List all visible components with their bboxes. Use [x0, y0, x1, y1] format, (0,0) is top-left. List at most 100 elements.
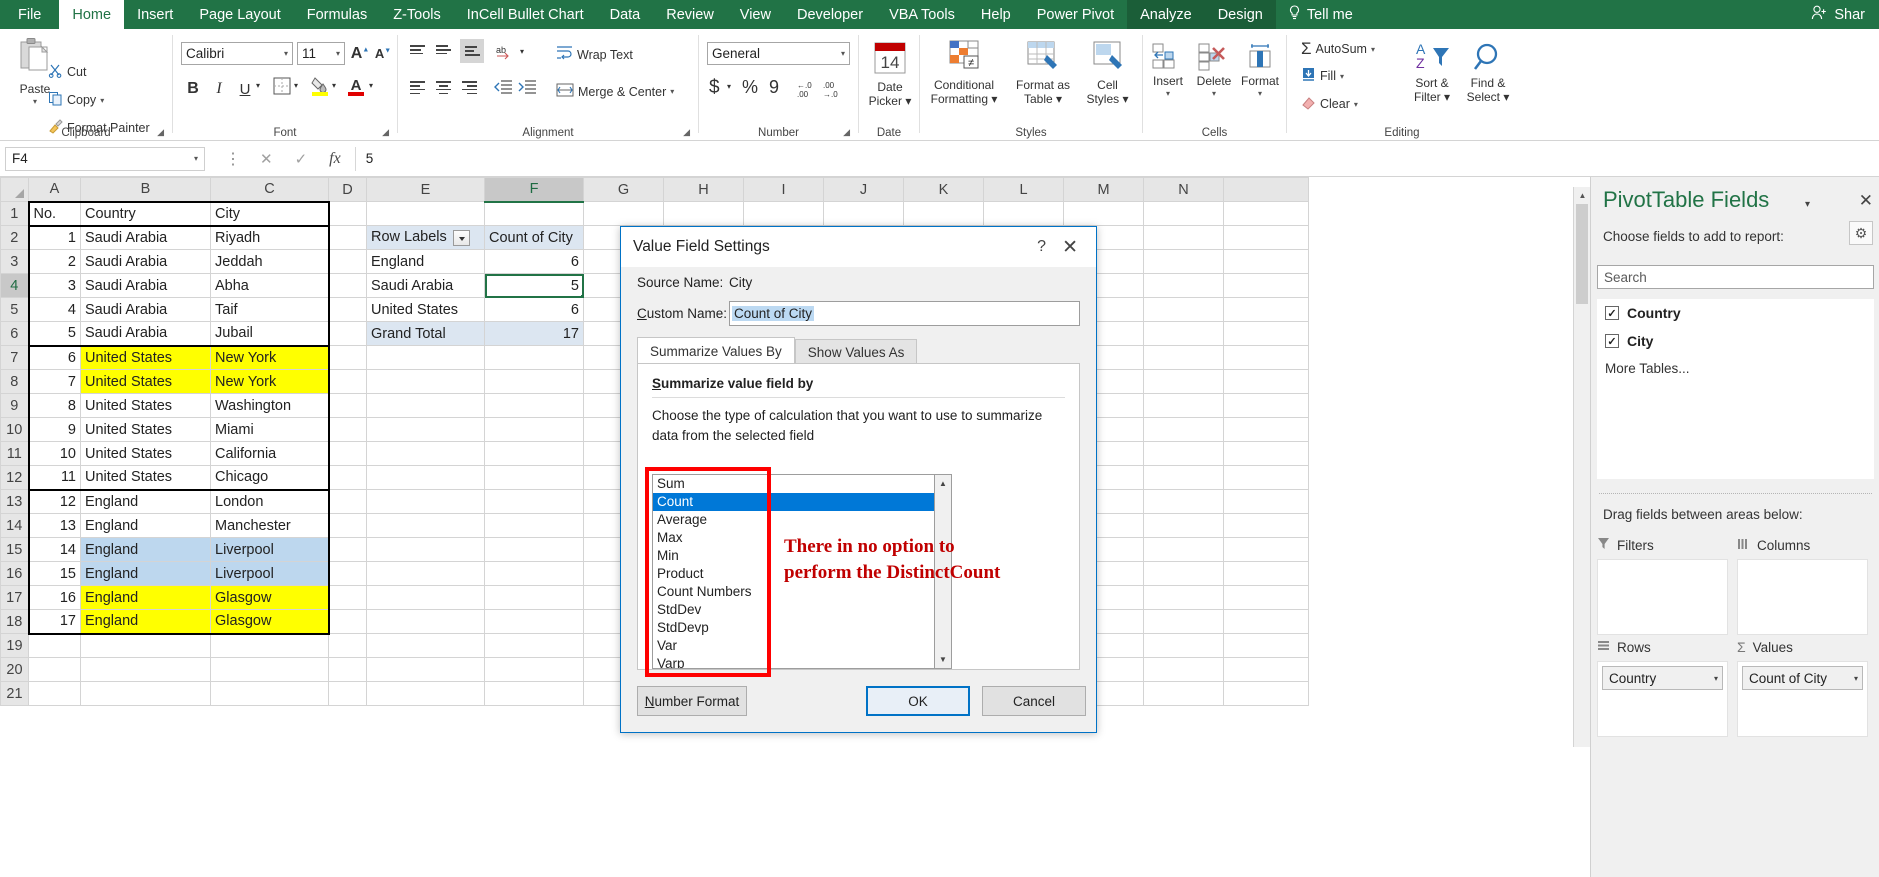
- row-header-20[interactable]: 20: [0, 657, 29, 682]
- cell-C5[interactable]: Taif: [210, 297, 330, 322]
- row-header-7[interactable]: 7: [0, 345, 29, 370]
- cell-A8[interactable]: 7: [27, 369, 81, 394]
- cell-A13[interactable]: 12: [27, 489, 81, 514]
- cell-E20[interactable]: [366, 657, 485, 682]
- pivot-grand-total-value[interactable]: 17: [484, 321, 584, 346]
- wrap-text-button[interactable]: Wrap Text: [556, 45, 633, 64]
- cell-F20[interactable]: [484, 657, 584, 682]
- cell-D10[interactable]: [328, 417, 367, 442]
- cell-A21[interactable]: [28, 681, 81, 706]
- cell-O18[interactable]: [1223, 609, 1309, 634]
- chevron-down-icon[interactable]: ▾: [33, 97, 37, 106]
- values-field-pill-count-of-city[interactable]: Count of City ▾: [1742, 666, 1863, 690]
- autosum-button[interactable]: Σ AutoSum ▾: [1301, 39, 1375, 59]
- decrease-indent-button[interactable]: [494, 79, 512, 98]
- cell-O5[interactable]: [1223, 297, 1309, 322]
- cell-B10[interactable]: United States: [80, 417, 211, 442]
- row-header-15[interactable]: 15: [0, 537, 29, 562]
- underline-button[interactable]: U: [233, 77, 257, 101]
- cell-O21[interactable]: [1223, 681, 1309, 706]
- cell-N1[interactable]: [1143, 201, 1224, 226]
- scrollbar-thumb[interactable]: [1576, 204, 1588, 304]
- cell-A7[interactable]: 6: [27, 345, 81, 370]
- cell-E16[interactable]: [366, 561, 485, 586]
- row-header-4[interactable]: 4: [0, 273, 29, 298]
- cell-F10[interactable]: [484, 417, 584, 442]
- pivot-value-2[interactable]: 6: [484, 297, 584, 322]
- cell-L1[interactable]: [983, 201, 1064, 226]
- cell-D14[interactable]: [328, 513, 367, 538]
- tab-page-layout[interactable]: Page Layout: [186, 0, 293, 29]
- fill-color-button[interactable]: [311, 75, 329, 100]
- close-icon[interactable]: ✕: [1056, 236, 1084, 259]
- cell-D21[interactable]: [328, 681, 367, 706]
- tab-analyze[interactable]: Analyze: [1127, 0, 1205, 29]
- cell-C10[interactable]: Miami: [210, 417, 330, 442]
- cell-B3[interactable]: Saudi Arabia: [80, 249, 211, 274]
- cell-N7[interactable]: [1143, 345, 1224, 370]
- cell-styles-button[interactable]: Cell Styles ▾: [1080, 39, 1135, 106]
- align-center-button[interactable]: [436, 79, 451, 96]
- close-icon[interactable]: ✕: [1859, 191, 1873, 211]
- cell-N5[interactable]: [1143, 297, 1224, 322]
- cell-N20[interactable]: [1143, 657, 1224, 682]
- cell-F8[interactable]: [484, 369, 584, 394]
- cell-O3[interactable]: [1223, 249, 1309, 274]
- cell-O16[interactable]: [1223, 561, 1309, 586]
- col-header-D[interactable]: D: [328, 177, 367, 202]
- cell-B21[interactable]: [80, 681, 211, 706]
- align-bottom-button[interactable]: [460, 39, 484, 63]
- cell-E18[interactable]: [366, 609, 485, 634]
- cell-C15[interactable]: Liverpool: [210, 537, 330, 562]
- list-item-stddev[interactable]: StdDev: [653, 601, 934, 619]
- name-box[interactable]: F4 ▾: [5, 146, 205, 171]
- cell-N18[interactable]: [1143, 609, 1224, 634]
- list-item-var[interactable]: Var: [653, 637, 934, 655]
- cell-D19[interactable]: [328, 633, 367, 658]
- cell-E15[interactable]: [366, 537, 485, 562]
- cell-O17[interactable]: [1223, 585, 1309, 610]
- cell-C19[interactable]: [210, 633, 329, 658]
- cell-O14[interactable]: [1223, 513, 1309, 538]
- chevron-down-icon[interactable]: ▾: [1166, 89, 1170, 98]
- cell-F15[interactable]: [484, 537, 584, 562]
- tab-show-values-as[interactable]: Show Values As: [794, 339, 918, 364]
- cell-N9[interactable]: [1143, 393, 1224, 418]
- cell-N8[interactable]: [1143, 369, 1224, 394]
- list-item-count[interactable]: Count: [653, 493, 934, 511]
- tab-developer[interactable]: Developer: [784, 0, 876, 29]
- font-color-button[interactable]: A: [347, 75, 365, 100]
- cell-B2[interactable]: Saudi Arabia: [80, 224, 211, 250]
- currency-button[interactable]: $: [709, 77, 720, 99]
- cell-C12[interactable]: Chicago: [210, 465, 330, 491]
- font-family-select[interactable]: Calibri ▾: [181, 42, 293, 65]
- borders-dropdown[interactable]: ▾: [294, 81, 298, 90]
- field-item-city[interactable]: ✓ City: [1597, 327, 1874, 355]
- cell-E1[interactable]: [366, 201, 485, 226]
- row-header-10[interactable]: 10: [0, 417, 29, 442]
- clipboard-dialog-launcher[interactable]: ◢: [157, 127, 164, 138]
- cell-F19[interactable]: [484, 633, 584, 658]
- row-header-19[interactable]: 19: [0, 633, 29, 658]
- date-picker-button[interactable]: 14 Date Picker ▾: [859, 41, 921, 108]
- cell-D13[interactable]: [328, 489, 367, 514]
- pivot-row-label-0[interactable]: England: [366, 249, 485, 274]
- cell-C13[interactable]: London: [210, 489, 330, 514]
- percent-button[interactable]: %: [742, 77, 758, 98]
- cell-D18[interactable]: [328, 609, 367, 634]
- gear-icon[interactable]: ⚙: [1849, 221, 1873, 245]
- cell-C1[interactable]: City: [210, 200, 330, 226]
- rows-field-pill-country[interactable]: Country ▾: [1602, 666, 1723, 690]
- cell-F12[interactable]: [484, 465, 584, 490]
- cancel-button[interactable]: Cancel: [982, 686, 1086, 716]
- cell-E14[interactable]: [366, 513, 485, 538]
- col-header-L[interactable]: L: [983, 177, 1064, 202]
- cell-B7[interactable]: United States: [80, 345, 211, 370]
- enter-formula-icon[interactable]: ✓: [295, 150, 308, 168]
- formula-input[interactable]: 5: [354, 146, 1879, 171]
- bold-button[interactable]: B: [181, 77, 205, 101]
- tab-power-pivot[interactable]: Power Pivot: [1024, 0, 1127, 29]
- cell-D20[interactable]: [328, 657, 367, 682]
- row-header-12[interactable]: 12: [0, 465, 29, 490]
- cut-button[interactable]: Cut: [48, 63, 86, 81]
